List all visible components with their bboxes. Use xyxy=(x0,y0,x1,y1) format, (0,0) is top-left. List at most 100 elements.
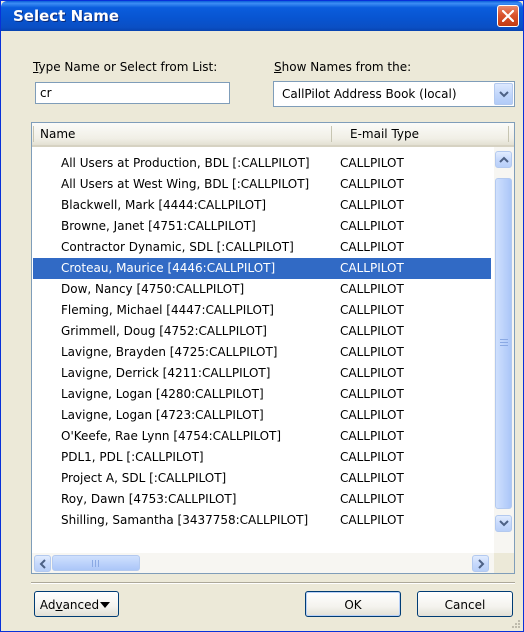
list-row[interactable]: Contractor Dynamic, SDL [:CALLPILOT] CALL… xyxy=(33,237,491,258)
list-row[interactable]: Project A, SDL [:CALLPILOT] CALLPILOT xyxy=(33,468,491,489)
row-email-type: CALLPILOT xyxy=(340,429,404,443)
column-header-email-type[interactable]: E-mail Type xyxy=(350,127,419,141)
row-name: All Users at Production, BDL [:CALLPILOT… xyxy=(61,156,310,170)
grip-line xyxy=(500,339,508,340)
column-separator xyxy=(33,126,34,142)
list-row[interactable]: Lavigne, Logan [4280:CALLPILOT] CALLPILOT xyxy=(33,384,491,405)
address-book-selected: CallPilot Address Book (local) xyxy=(282,87,457,101)
grip-line xyxy=(500,342,508,343)
list-row[interactable]: Grimmell, Doug [4752:CALLPILOT] CALLPILOT xyxy=(33,321,491,342)
row-email-type: CALLPILOT xyxy=(340,450,404,464)
resize-grip-icon[interactable] xyxy=(509,617,521,629)
row-email-type: CALLPILOT xyxy=(340,261,404,275)
row-name: Lavigne, Logan [4280:CALLPILOT] xyxy=(61,387,264,401)
close-button[interactable] xyxy=(497,5,519,27)
list-row[interactable]: All Users at West Wing, BDL [:CALLPILOT]… xyxy=(33,174,491,195)
row-name: O'Keefe, Rae Lynn [4754:CALLPILOT] xyxy=(61,429,282,443)
column-separator[interactable] xyxy=(331,126,332,142)
grip-line xyxy=(500,345,508,346)
row-email-type: CALLPILOT xyxy=(340,513,404,527)
scroll-up-button[interactable] xyxy=(495,151,512,168)
scroll-down-button[interactable] xyxy=(495,515,512,532)
row-name: Lavigne, Brayden [4725:CALLPILOT] xyxy=(61,345,278,359)
list-row[interactable]: Blackwell, Mark [4444:CALLPILOT] CALLPILO… xyxy=(33,195,491,216)
address-book-select[interactable]: CallPilot Address Book (local) xyxy=(273,81,515,107)
dialog-title: Select Name xyxy=(13,7,120,25)
ok-button[interactable]: OK xyxy=(305,591,401,617)
cancel-button-label: Cancel xyxy=(444,598,486,612)
column-separator[interactable] xyxy=(508,126,509,142)
list-row[interactable]: Lavigne, Derrick [4211:CALLPILOT] CALLPIL… xyxy=(33,363,491,384)
row-email-type: CALLPILOT xyxy=(340,366,404,380)
list-row[interactable]: O'Keefe, Rae Lynn [4754:CALLPILOT] CALLPI… xyxy=(33,426,491,447)
close-icon xyxy=(502,10,514,22)
name-search-input[interactable] xyxy=(35,82,230,104)
row-email-type: CALLPILOT xyxy=(340,324,404,338)
row-email-type: CALLPILOT xyxy=(340,282,404,296)
list-row[interactable]: Roy, Dawn [4753:CALLPILOT] CALLPILOT xyxy=(33,489,491,510)
list-row[interactable]: Croteau, Maurice [4446:CALLPILOT] CALLPIL… xyxy=(33,258,491,279)
chevron-down-icon xyxy=(499,91,509,98)
title-bar[interactable]: Select Name xyxy=(1,1,523,31)
column-header-name[interactable]: Name xyxy=(40,127,75,141)
row-name: All Users at West Wing, BDL [:CALLPILOT] xyxy=(61,177,310,191)
horizontal-scrollbar[interactable] xyxy=(32,553,494,573)
advanced-button[interactable]: Advanced xyxy=(34,591,119,617)
search-label: Type Name or Select from List: xyxy=(33,60,218,74)
row-name: Blackwell, Mark [4444:CALLPILOT] xyxy=(61,198,267,212)
list-row[interactable]: Lavigne, Brayden [4725:CALLPILOT] CALLPIL… xyxy=(33,342,491,363)
row-email-type: CALLPILOT xyxy=(340,345,404,359)
vertical-scrollbar[interactable] xyxy=(494,147,514,555)
names-list[interactable]: Name E-mail Type All Users at Production… xyxy=(31,122,515,574)
arrow-left-icon xyxy=(39,559,46,569)
cancel-button[interactable]: Cancel xyxy=(417,591,513,617)
dropdown-button[interactable] xyxy=(494,83,513,105)
row-name: Dow, Nancy [4750:CALLPILOT] xyxy=(61,282,245,296)
scrollbar-corner xyxy=(494,553,514,573)
grip-line xyxy=(98,560,99,567)
list-row[interactable]: Dow, Nancy [4750:CALLPILOT] CALLPILOT xyxy=(33,279,491,300)
row-name: Fleming, Michael [4447:CALLPILOT] xyxy=(61,303,274,317)
row-name: PDL1, PDL [:CALLPILOT] xyxy=(61,450,204,464)
row-name: Roy, Dawn [4753:CALLPILOT] xyxy=(61,492,237,506)
list-row[interactable]: Shilling, Samantha [3437758:CALLPILOT] CA… xyxy=(33,510,491,531)
list-row[interactable]: All Users at Production, BDL [:CALLPILOT… xyxy=(33,153,491,174)
dropdown-triangle-icon xyxy=(100,602,110,608)
scroll-left-button[interactable] xyxy=(34,555,51,572)
row-name: Contractor Dynamic, SDL [:CALLPILOT] xyxy=(61,240,294,254)
row-name: Project A, SDL [:CALLPILOT] xyxy=(61,471,227,485)
row-email-type: CALLPILOT xyxy=(340,156,404,170)
row-email-type: CALLPILOT xyxy=(340,240,404,254)
row-email-type: CALLPILOT xyxy=(340,177,404,191)
list-row[interactable]: Browne, Janet [4751:CALLPILOT] CALLPILOT xyxy=(33,216,491,237)
row-name: Croteau, Maurice [4446:CALLPILOT] xyxy=(61,261,276,275)
footer-divider xyxy=(31,582,515,584)
grip-line xyxy=(95,560,96,567)
row-email-type: CALLPILOT xyxy=(340,303,404,317)
arrow-down-icon xyxy=(499,520,509,527)
row-name: Lavigne, Derrick [4211:CALLPILOT] xyxy=(61,366,271,380)
list-row[interactable]: Lavigne, Logan [4723:CALLPILOT] CALLPILOT xyxy=(33,405,491,426)
grip-line xyxy=(92,560,93,567)
horizontal-scroll-thumb[interactable] xyxy=(52,555,140,571)
arrow-right-icon xyxy=(478,559,485,569)
list-header: Name E-mail Type xyxy=(32,123,514,147)
list-row[interactable]: Fleming, Michael [4447:CALLPILOT] CALLPIL… xyxy=(33,300,491,321)
row-name: Grimmell, Doug [4752:CALLPILOT] xyxy=(61,324,267,338)
row-name: Browne, Janet [4751:CALLPILOT] xyxy=(61,219,256,233)
row-email-type: CALLPILOT xyxy=(340,408,404,422)
row-name: Shilling, Samantha [3437758:CALLPILOT] xyxy=(61,513,309,527)
address-book-label: Show Names from the: xyxy=(274,60,412,74)
scroll-right-button[interactable] xyxy=(472,555,489,572)
ok-button-label: OK xyxy=(344,598,362,612)
row-email-type: CALLPILOT xyxy=(340,198,404,212)
row-email-type: CALLPILOT xyxy=(340,219,404,233)
select-name-dialog: Select Name Type Name or Select from Lis… xyxy=(0,0,524,632)
list-row[interactable]: PDL1, PDL [:CALLPILOT] CALLPILOT xyxy=(33,447,491,468)
row-name: Lavigne, Logan [4723:CALLPILOT] xyxy=(61,408,264,422)
vertical-scroll-thumb[interactable] xyxy=(495,178,512,509)
row-email-type: CALLPILOT xyxy=(340,387,404,401)
row-email-type: CALLPILOT xyxy=(340,471,404,485)
arrow-up-icon xyxy=(499,156,509,163)
row-email-type: CALLPILOT xyxy=(340,492,404,506)
